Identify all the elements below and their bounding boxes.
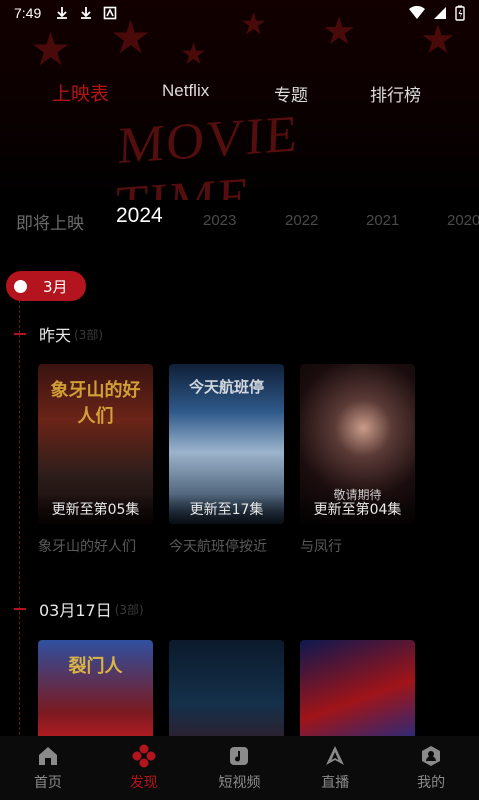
episode-badge: 更新至第05集 xyxy=(38,494,153,524)
year-tab-2021[interactable]: 2021 xyxy=(366,212,399,229)
year-tab-2022[interactable]: 2022 xyxy=(285,212,318,229)
tab-topics[interactable]: 专题 xyxy=(274,81,308,106)
nav-label: 短视频 xyxy=(218,775,261,791)
date-header: 昨天 (3部) xyxy=(14,322,103,346)
wifi-icon xyxy=(409,6,425,19)
nav-short-video[interactable]: 短视频 xyxy=(192,736,288,800)
date-count: (3部) xyxy=(74,327,104,342)
poster-art-text: 今天航班停 xyxy=(188,378,264,396)
home-icon xyxy=(38,747,57,765)
signal-icon xyxy=(434,7,446,19)
star-icon: ★ xyxy=(420,17,456,63)
battery-icon xyxy=(455,5,465,21)
download-icon xyxy=(81,7,92,19)
app-notification-icon xyxy=(103,6,117,20)
show-card[interactable]: 象牙山的好人们 更新至第05集 象牙山的好人们 xyxy=(38,364,153,556)
status-bar: 7:49 xyxy=(0,0,479,26)
episode-badge: 更新至第04集 xyxy=(300,494,415,524)
top-tab-bar: 上映表 Netflix 专题 排行榜 xyxy=(0,78,479,106)
nav-label: 直播 xyxy=(321,775,350,791)
month-badge[interactable]: 3月 xyxy=(6,271,86,301)
poster-image: 象牙山的好人们 更新至第05集 xyxy=(38,364,153,524)
poster-art-text: 象牙山的好人们 xyxy=(50,380,141,427)
date-label: 昨天 xyxy=(39,326,72,345)
discover-icon xyxy=(132,744,156,768)
show-card[interactable]: 今天航班停 更新至17集 今天航班停按近 xyxy=(169,364,284,556)
tab-rankings[interactable]: 排行榜 xyxy=(370,81,421,106)
month-label: 3月 xyxy=(43,277,68,296)
date-header: 03月17日 (3部) xyxy=(14,597,144,621)
year-tab-2020[interactable]: 2020 xyxy=(447,212,479,229)
show-title: 今天航班停按近 xyxy=(169,539,267,555)
nav-label: 我的 xyxy=(417,775,446,791)
nav-live[interactable]: 直播 xyxy=(287,736,383,800)
show-title: 象牙山的好人们 xyxy=(38,539,136,555)
year-tab-2024[interactable]: 2024 xyxy=(116,206,163,228)
nav-discover[interactable]: 发现 xyxy=(96,736,192,800)
timeline-tick xyxy=(14,608,26,610)
date-label: 03月17日 xyxy=(39,601,112,620)
star-icon: ★ xyxy=(180,37,207,72)
tab-netflix[interactable]: Netflix xyxy=(162,81,209,101)
nav-label: 首页 xyxy=(33,775,62,791)
tab-schedule[interactable]: 上映表 xyxy=(52,79,109,106)
timeline-line xyxy=(19,300,20,740)
poster-image: 今天航班停 更新至17集 xyxy=(169,364,284,524)
nav-profile[interactable]: 我的 xyxy=(383,736,479,800)
card-row: 象牙山的好人们 更新至第05集 象牙山的好人们 今天航班停 更新至17集 今天航… xyxy=(38,364,415,556)
show-card[interactable]: 敬请期待 更新至第04集 与凤行 xyxy=(300,364,415,556)
nav-home[interactable]: 首页 xyxy=(0,736,96,800)
date-count: (3部) xyxy=(114,602,144,617)
profile-icon xyxy=(422,746,441,766)
short-video-icon xyxy=(230,747,249,765)
status-time: 7:49 xyxy=(14,5,42,21)
poster-art-text: 裂门人 xyxy=(68,656,123,677)
show-title: 与凤行 xyxy=(300,539,342,555)
hero-banner-text: MOVIE TIME xyxy=(115,105,301,200)
episode-badge: 更新至17集 xyxy=(169,494,284,524)
timeline-tick xyxy=(14,333,26,335)
star-icon: ★ xyxy=(30,22,72,76)
poster-image: 敬请期待 更新至第04集 xyxy=(300,364,415,524)
year-selector: 即将上映 2024 2023 2022 2021 2020 xyxy=(0,206,479,236)
nav-label: 发现 xyxy=(129,775,158,791)
live-icon xyxy=(326,746,345,765)
bottom-navigation: 首页 发现 短视频 直播 我的 xyxy=(0,736,479,800)
year-tab-upcoming[interactable]: 即将上映 xyxy=(16,209,84,234)
download-icon xyxy=(57,7,68,19)
month-dot-icon xyxy=(14,279,27,293)
year-tab-2023[interactable]: 2023 xyxy=(203,212,236,229)
